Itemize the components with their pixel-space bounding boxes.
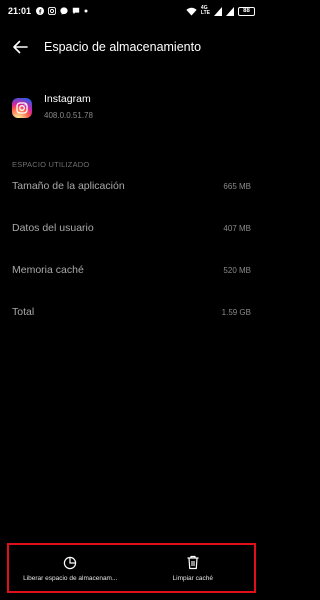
storage-row-label: Tamaño de la aplicación [12,180,125,192]
status-time: 21:01 [8,6,32,16]
dot-icon [84,9,88,13]
storage-row-value: 407 MB [223,223,251,233]
network-type: 4G LTE [200,5,210,16]
storage-row-user-data: Datos del usuario 407 MB [12,218,251,238]
wifi-icon [186,7,197,16]
app-version: 408.0.0.51.78 [44,111,93,120]
storage-row-value: 520 MB [223,265,251,275]
storage-row-value: 665 MB [223,181,251,191]
clear-cache-label: Limpiar caché [172,574,213,582]
status-right-icons: 4G LTE 88 [186,6,255,16]
app-name: Instagram [44,93,91,105]
app-bar: Espacio de almacenamiento [0,30,263,64]
app-info: Instagram 408.0.0.51.78 [12,92,93,120]
notification-icons [36,7,88,15]
facebook-icon [36,7,45,15]
messenger-icon [60,7,68,15]
section-header: ESPACIO UTILIZADO [12,160,90,169]
battery-icon: 88 [238,6,255,16]
storage-row-value: 1.59 GB [221,307,251,317]
status-bar: 21:01 4G LTE 88 [0,0,263,22]
arrow-left-icon [13,40,28,54]
instagram-notification-icon [48,7,57,15]
storage-row-app-size: Tamaño de la aplicación 665 MB [12,176,251,196]
back-button[interactable] [0,30,40,64]
storage-row-label: Total [12,306,35,318]
trash-icon [186,555,200,571]
page-title: Espacio de almacenamiento [44,40,202,54]
signal-icon-2 [226,6,234,16]
bottom-action-bar: Liberar espacio de almacenam... Limpiar … [7,543,256,593]
storage-row-total: Total 1.59 GB [12,302,251,322]
storage-row-label: Memoria caché [12,264,84,276]
pie-chart-icon [63,555,77,571]
storage-row-label: Datos del usuario [12,222,94,234]
instagram-app-icon [12,98,32,118]
chat-icon [72,7,80,15]
storage-row-cache: Memoria caché 520 MB [12,260,251,280]
clear-cache-button[interactable]: Limpiar caché [132,545,255,591]
free-space-button[interactable]: Liberar espacio de almacenam... [9,545,132,591]
app-text: Instagram 408.0.0.51.78 [44,92,93,120]
signal-icon-1 [214,6,222,16]
free-space-label: Liberar espacio de almacenam... [23,574,118,582]
storage-screen: 21:01 4G LTE 88 Espacio de almacenamient… [0,0,263,600]
